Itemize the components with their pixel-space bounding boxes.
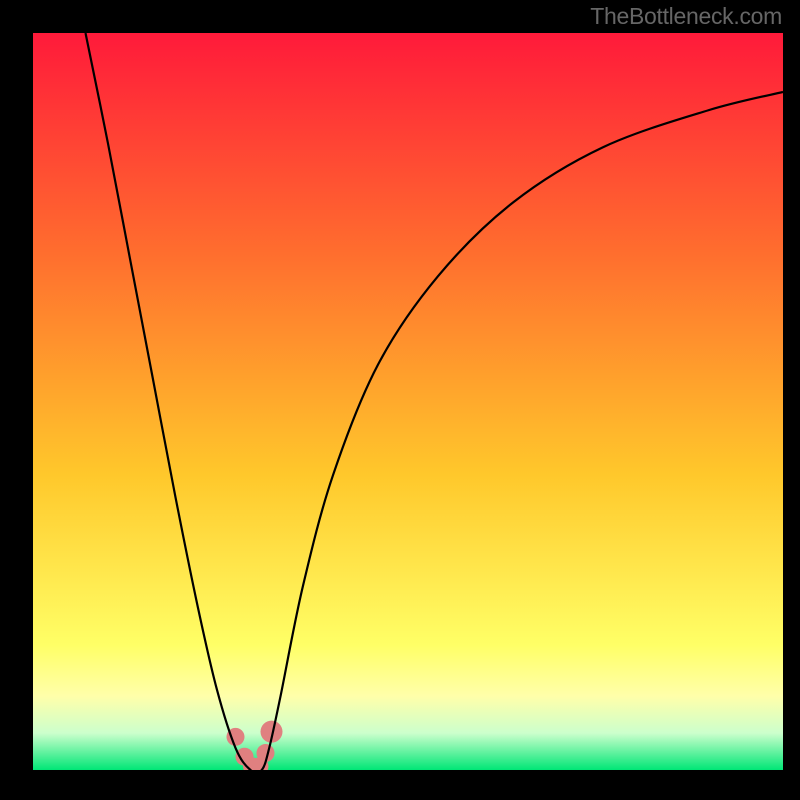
- gradient-background: [33, 33, 783, 770]
- bottleneck-chart: [33, 33, 783, 770]
- plot-area: [33, 33, 783, 770]
- watermark-label: TheBottleneck.com: [590, 3, 782, 30]
- chart-frame: TheBottleneck.com: [33, 0, 783, 770]
